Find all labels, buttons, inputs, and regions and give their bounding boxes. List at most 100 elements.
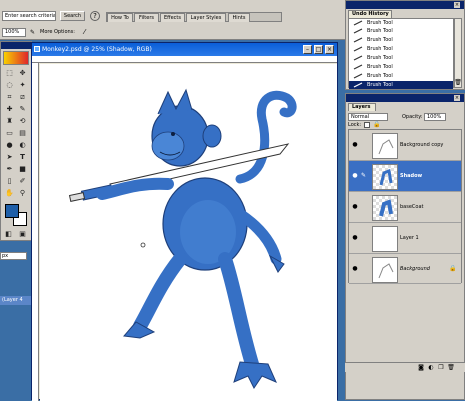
zoom-tool-icon[interactable]: ⚲ xyxy=(18,189,27,198)
notes-tool-icon[interactable]: ▯ xyxy=(5,177,14,186)
brush-icon xyxy=(353,37,363,43)
hand-tool-icon[interactable]: ✋ xyxy=(5,189,14,198)
healing-tool-icon[interactable]: ✚ xyxy=(5,105,14,114)
history-brush-tool-icon[interactable]: ⟲ xyxy=(18,117,27,126)
add-mask-icon[interactable]: ◙ xyxy=(417,364,425,372)
layer-name: baseCoat xyxy=(400,204,424,210)
layer-row[interactable]: ● baseCoat xyxy=(349,192,461,223)
search-input[interactable]: Enter search criteria xyxy=(2,11,56,21)
lasso-tool-icon[interactable]: ◌ xyxy=(5,81,14,90)
document-window: Monkey2.psd @ 25% (Shadow, RGB) – □ × xyxy=(31,42,338,401)
gradient-tool-icon[interactable]: ▤ xyxy=(18,129,27,138)
toolbox-title-bar[interactable] xyxy=(1,42,31,49)
document-title-bar[interactable]: Monkey2.psd @ 25% (Shadow, RGB) xyxy=(32,43,337,56)
foreground-color-front xyxy=(5,204,19,218)
brush-icon xyxy=(353,55,363,61)
layer-thumbnail xyxy=(372,133,398,159)
layer-row[interactable]: ● Background copy xyxy=(349,130,461,161)
canvas[interactable] xyxy=(40,64,337,401)
delete-layer-icon[interactable]: 🗑 xyxy=(447,364,455,372)
opacity-field[interactable]: 100% xyxy=(424,113,446,121)
history-item[interactable]: Brush Tool xyxy=(349,45,453,53)
background-window-tab[interactable]: (Layer 4 xyxy=(0,296,31,305)
undo-history-title-bar[interactable] xyxy=(346,1,464,9)
quick-mask-icon[interactable]: ◧ xyxy=(4,230,13,239)
move-tool-icon[interactable]: ✥ xyxy=(18,69,27,78)
layer-row-selected[interactable]: ● ✎ Shadow xyxy=(349,161,461,192)
brush-icon xyxy=(353,82,363,88)
size-field[interactable]: px xyxy=(0,252,27,260)
layer-row[interactable]: ● Background 🔒 xyxy=(349,254,461,284)
help-icon[interactable]: ? xyxy=(90,11,100,21)
maximize-button[interactable]: □ xyxy=(314,45,323,54)
layer-name: Background xyxy=(400,266,430,272)
eye-icon[interactable]: ● xyxy=(351,265,359,273)
layers-footer: ◙ ◐ ❐ 🗑 xyxy=(345,362,465,372)
tab-effects[interactable]: Effects xyxy=(160,13,185,22)
shape-tool-icon[interactable]: ■ xyxy=(18,165,27,174)
type-tool-icon[interactable]: T xyxy=(18,153,27,162)
brush-icon xyxy=(353,28,363,34)
tab-hints[interactable]: Hints xyxy=(228,13,250,22)
layers-close-icon[interactable]: × xyxy=(454,95,460,101)
document-title: Monkey2.psd @ 25% (Shadow, RGB) xyxy=(42,46,152,53)
lock-transparency-icon[interactable] xyxy=(364,122,370,128)
undo-history-palette: × Undo History Brush Tool Brush Tool Bru… xyxy=(345,0,465,90)
brush-icon xyxy=(353,73,363,79)
layers-title-bar[interactable] xyxy=(346,94,464,102)
undo-close-icon[interactable]: × xyxy=(454,2,460,8)
eyedropper-tool-icon[interactable]: ✐ xyxy=(18,177,27,186)
slice-tool-icon[interactable]: ⧄ xyxy=(18,93,27,102)
dodge-tool-icon[interactable]: ◐ xyxy=(18,141,27,150)
new-layer-icon[interactable]: ❐ xyxy=(437,364,445,372)
magic-wand-tool-icon[interactable]: ✦ xyxy=(18,81,27,90)
brush-icon[interactable]: ✎ xyxy=(30,28,38,37)
brush-preset-icon[interactable]: ⁄ xyxy=(84,28,94,37)
brush-indicator-icon: ✎ xyxy=(361,172,367,179)
history-item[interactable]: Brush Tool xyxy=(349,19,453,27)
brush-tool-icon[interactable]: ✎ xyxy=(18,105,27,114)
eye-icon[interactable]: ● xyxy=(351,203,359,211)
close-button[interactable]: × xyxy=(325,45,334,54)
layer-name: Layer 1 xyxy=(400,235,419,241)
eye-icon[interactable]: ● xyxy=(351,141,359,149)
history-item-selected[interactable]: Brush Tool xyxy=(349,81,453,89)
undo-scrollbar[interactable] xyxy=(454,18,462,88)
history-item[interactable]: Brush Tool xyxy=(349,72,453,80)
monkey-illustration xyxy=(68,88,297,389)
document-icon xyxy=(34,46,40,52)
blur-tool-icon[interactable]: ● xyxy=(5,141,14,150)
layer-thumbnail xyxy=(372,226,398,252)
history-item[interactable]: Brush Tool xyxy=(349,27,453,35)
tab-layers[interactable]: Layers xyxy=(348,103,376,111)
history-item[interactable]: Brush Tool xyxy=(349,36,453,44)
history-item[interactable]: Brush Tool xyxy=(349,54,453,62)
crop-tool-icon[interactable]: ⌗ xyxy=(5,93,14,102)
tab-filters[interactable]: Filters xyxy=(134,13,159,22)
minimize-button[interactable]: – xyxy=(303,45,312,54)
lock-icon: 🔒 xyxy=(449,265,457,272)
clone-stamp-tool-icon[interactable]: ♜ xyxy=(5,117,14,126)
eraser-tool-icon[interactable]: ▭ xyxy=(5,129,14,138)
adobe-logo-icon[interactable] xyxy=(3,51,29,65)
eye-icon[interactable]: ● xyxy=(351,234,359,242)
lock-all-icon[interactable]: 🔒 xyxy=(373,122,380,128)
layer-thumbnail xyxy=(372,257,398,283)
layer-name: Shadow xyxy=(400,173,423,179)
brush-icon xyxy=(353,46,363,52)
tab-layer-styles[interactable]: Layer Styles xyxy=(186,13,226,22)
marquee-tool-icon[interactable]: ⬚ xyxy=(5,69,14,78)
tab-how-to[interactable]: How To xyxy=(107,13,133,22)
history-item[interactable]: Brush Tool xyxy=(349,63,453,71)
layer-row[interactable]: ● Layer 1 xyxy=(349,223,461,254)
trash-icon[interactable]: 🗑 xyxy=(454,79,462,87)
path-selection-tool-icon[interactable]: ➤ xyxy=(5,153,14,162)
zoom-field[interactable]: 100% xyxy=(2,28,26,37)
new-fill-layer-icon[interactable]: ◐ xyxy=(427,364,435,372)
pen-tool-icon[interactable]: ✒ xyxy=(5,165,14,174)
tab-undo-history[interactable]: Undo History xyxy=(348,10,392,18)
search-button[interactable]: Search xyxy=(60,11,85,21)
eye-icon[interactable]: ● xyxy=(351,172,359,180)
screen-mode-icon[interactable]: ▣ xyxy=(18,230,27,239)
blend-mode-select[interactable]: Normal xyxy=(348,113,388,121)
